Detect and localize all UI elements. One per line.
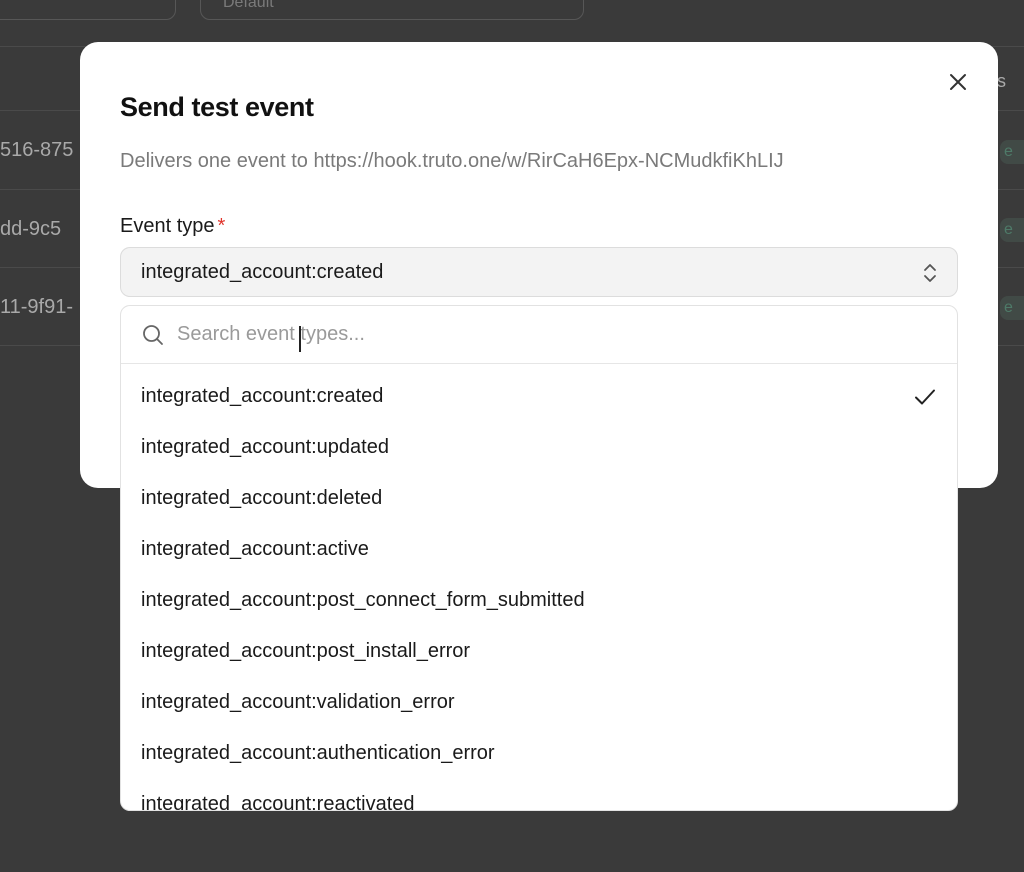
- text-cursor: [299, 326, 301, 352]
- option-item[interactable]: integrated_account:active: [121, 524, 957, 575]
- event-type-dropdown: integrated_account:created integrated_ac…: [120, 305, 958, 811]
- background-row-badge: e: [1000, 218, 1024, 242]
- option-item[interactable]: integrated_account:authentication_error: [121, 728, 957, 779]
- background-row-id: 11-9f91-: [0, 296, 74, 318]
- option-item[interactable]: integrated_account:post_connect_form_sub…: [121, 575, 957, 626]
- search-input[interactable]: [177, 323, 877, 346]
- option-label: integrated_account:deleted: [141, 487, 383, 509]
- chevrons-up-down-icon: [924, 264, 936, 282]
- option-label: integrated_account:authentication_error: [141, 742, 495, 764]
- option-item[interactable]: integrated_account:reactivated: [121, 779, 957, 811]
- dialog-title: Send test event: [120, 92, 314, 122]
- option-item[interactable]: integrated_account:updated: [121, 422, 957, 473]
- option-label: integrated_account:post_install_error: [141, 640, 471, 662]
- dialog-description: Delivers one event to https://hook.truto…: [120, 150, 784, 172]
- option-item[interactable]: integrated_account:post_install_error: [121, 626, 957, 677]
- option-item[interactable]: integrated_account:deleted: [121, 473, 957, 524]
- option-label: integrated_account:created: [141, 385, 384, 407]
- event-type-label-text: Event type: [120, 215, 215, 237]
- background-row-id: dd-9c5: [0, 218, 62, 240]
- check-icon: [915, 389, 935, 405]
- background-filter-select: Default: [200, 0, 584, 20]
- background-row-id: 516-875: [0, 139, 74, 161]
- event-type-selected-value: integrated_account:created: [141, 260, 384, 283]
- option-label: integrated_account:reactivated: [141, 793, 415, 811]
- options-list: integrated_account:created integrated_ac…: [121, 364, 957, 811]
- background-header-text: s: [997, 71, 1006, 91]
- search-icon: [143, 324, 163, 345]
- event-type-label: Event type *: [120, 215, 225, 238]
- background-filter-value: Default: [223, 0, 274, 11]
- event-type-select[interactable]: integrated_account:created: [120, 247, 958, 297]
- option-item[interactable]: integrated_account:created: [121, 371, 957, 422]
- option-label: integrated_account:active: [141, 538, 369, 560]
- option-label: integrated_account:updated: [141, 436, 389, 458]
- close-icon[interactable]: [948, 72, 968, 92]
- search-row: [121, 306, 957, 364]
- background-row-badge: e: [1000, 140, 1024, 164]
- option-label: integrated_account:validation_error: [141, 691, 455, 713]
- option-item[interactable]: integrated_account:validation_error: [121, 677, 957, 728]
- required-indicator: *: [217, 215, 226, 237]
- close-button[interactable]: [944, 68, 972, 96]
- background-row-badge: e: [1000, 296, 1024, 320]
- option-label: integrated_account:post_connect_form_sub…: [141, 589, 585, 611]
- background-filter-input: [0, 0, 176, 20]
